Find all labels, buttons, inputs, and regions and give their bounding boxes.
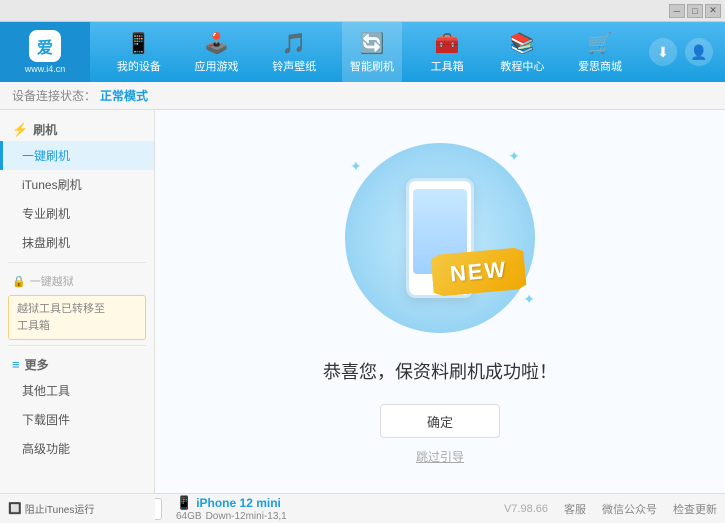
skip-wizard-link[interactable]: 跳过引导 [416, 448, 464, 465]
apps-games-label: 应用游戏 [195, 58, 239, 74]
success-message: 恭喜您，保资料刷机成功啦！ [323, 358, 557, 384]
nav-my-device[interactable]: 📱 我的设备 [109, 22, 169, 82]
status-label-text: 设备连接状态： [12, 87, 96, 104]
nav-mall[interactable]: 🛒 爱思商城 [570, 22, 630, 82]
nav-ringtones[interactable]: 🎵 铃声壁纸 [264, 22, 324, 82]
bottom-bar: 自动数连 跳过向导 📱 iPhone 12 mini 64GB Down-12m… [0, 493, 725, 523]
download-btn[interactable]: ⬇ [649, 38, 677, 66]
new-badge: NEW [432, 251, 525, 293]
flash-section-label: 刷机 [33, 121, 57, 138]
toolbox-label: 工具箱 [431, 58, 464, 74]
smart-flash-icon: 🔄 [360, 31, 385, 56]
content-area: ✦ ✦ ✦ NEW 恭喜您，保资料刷机成功啦！ 确定 跳过引导 [155, 110, 725, 493]
user-btn[interactable]: 👤 [685, 38, 713, 66]
nav-smart-flash[interactable]: 🔄 智能刷机 [342, 22, 402, 82]
device-storage: 64GB [176, 511, 202, 522]
new-ribbon-text: NEW [430, 247, 527, 297]
device-name: iPhone 12 mini [196, 496, 281, 510]
header-right: ⬇ 👤 [649, 38, 725, 66]
status-bar: 设备连接状态： 正常模式 [0, 82, 725, 110]
itunes-status-bar: 🔲 阻止iTunes运行 [0, 493, 155, 523]
bottom-right: V7.98.66 客服 微信公众号 检查更新 [504, 501, 717, 517]
sidebar-item-other-tools[interactable]: 其他工具 [0, 376, 154, 405]
header: 爱 www.i4.cn 📱 我的设备 🕹️ 应用游戏 🎵 铃声壁纸 🔄 智能刷机… [0, 22, 725, 82]
device-version: Down-12mini-13,1 [206, 511, 287, 522]
sidebar-item-itunes-flash[interactable]: iTunes刷机 [0, 170, 154, 199]
main-layout: ⚡ 刷机 一键刷机 iTunes刷机 专业刷机 抹盘刷机 🔒 一键越狱 越狱工具… [0, 110, 725, 493]
itunes-status-text: 阻止iTunes运行 [25, 501, 95, 516]
tutorial-label: 教程中心 [500, 58, 544, 74]
sidebar-section-more: ≡ 更多 [0, 351, 154, 376]
nav-toolbox[interactable]: 🧰 工具箱 [420, 22, 475, 82]
wechat-public-link[interactable]: 微信公众号 [602, 501, 657, 517]
sidebar-item-advanced[interactable]: 高级功能 [0, 434, 154, 463]
sparkle-3-icon: ✦ [523, 291, 535, 308]
maximize-btn[interactable]: □ [687, 4, 703, 18]
close-btn[interactable]: ✕ [705, 4, 721, 18]
nav-bar: 📱 我的设备 🕹️ 应用游戏 🎵 铃声壁纸 🔄 智能刷机 🧰 工具箱 📚 教程中… [90, 22, 649, 82]
lock-icon: 🔒 [12, 275, 26, 288]
phone-device-icon: 📱 [176, 495, 192, 511]
mall-label: 爱思商城 [578, 58, 622, 74]
ringtones-icon: 🎵 [282, 31, 307, 56]
sparkle-2-icon: ✦ [508, 148, 520, 165]
confirm-button[interactable]: 确定 [380, 404, 500, 438]
nav-tutorial[interactable]: 📚 教程中心 [492, 22, 552, 82]
more-section-icon: ≡ [12, 357, 20, 372]
sidebar: ⚡ 刷机 一键刷机 iTunes刷机 专业刷机 抹盘刷机 🔒 一键越狱 越狱工具… [0, 110, 155, 493]
version-text: V7.98.66 [504, 503, 548, 515]
logo-icon: 爱 [29, 30, 61, 62]
my-device-label: 我的设备 [117, 58, 161, 74]
toolbox-icon: 🧰 [435, 31, 460, 56]
apps-games-icon: 🕹️ [204, 31, 229, 56]
sidebar-item-download-firmware[interactable]: 下载固件 [0, 405, 154, 434]
my-device-icon: 📱 [126, 31, 151, 56]
sidebar-item-pro-flash[interactable]: 专业刷机 [0, 199, 154, 228]
smart-flash-label: 智能刷机 [350, 58, 394, 74]
itunes-status-icon: 🔲 [8, 502, 22, 515]
nav-apps-games[interactable]: 🕹️ 应用游戏 [187, 22, 247, 82]
ringtones-label: 铃声壁纸 [272, 58, 316, 74]
sidebar-section-flash: ⚡ 刷机 [0, 116, 154, 141]
sidebar-divider-1 [8, 262, 146, 263]
minimize-btn[interactable]: ─ [669, 4, 685, 18]
mall-icon: 🛒 [588, 31, 613, 56]
sidebar-divider-2 [8, 345, 146, 346]
customer-service-link[interactable]: 客服 [564, 501, 586, 517]
status-value-text: 正常模式 [100, 87, 148, 104]
sidebar-item-one-key-flash[interactable]: 一键刷机 [0, 141, 154, 170]
sidebar-item-wipe-flash[interactable]: 抹盘刷机 [0, 228, 154, 257]
flash-section-icon: ⚡ [12, 122, 28, 138]
check-update-link[interactable]: 检查更新 [673, 501, 717, 517]
jailbreak-notice: 越狱工具已转移至工具箱 [8, 295, 146, 340]
sparkle-1-icon: ✦ [350, 158, 362, 175]
window-controls[interactable]: ─ □ ✕ [669, 4, 721, 18]
sidebar-section-jailbreak: 🔒 一键越狱 [0, 268, 154, 291]
logo-subtitle: www.i4.cn [25, 64, 66, 74]
tutorial-icon: 📚 [510, 31, 535, 56]
title-bar: ─ □ ✕ [0, 0, 725, 22]
device-info: 📱 iPhone 12 mini 64GB Down-12mini-13,1 [176, 495, 287, 522]
logo: 爱 www.i4.cn [0, 22, 90, 82]
phone-illustration: ✦ ✦ ✦ NEW [340, 138, 540, 338]
